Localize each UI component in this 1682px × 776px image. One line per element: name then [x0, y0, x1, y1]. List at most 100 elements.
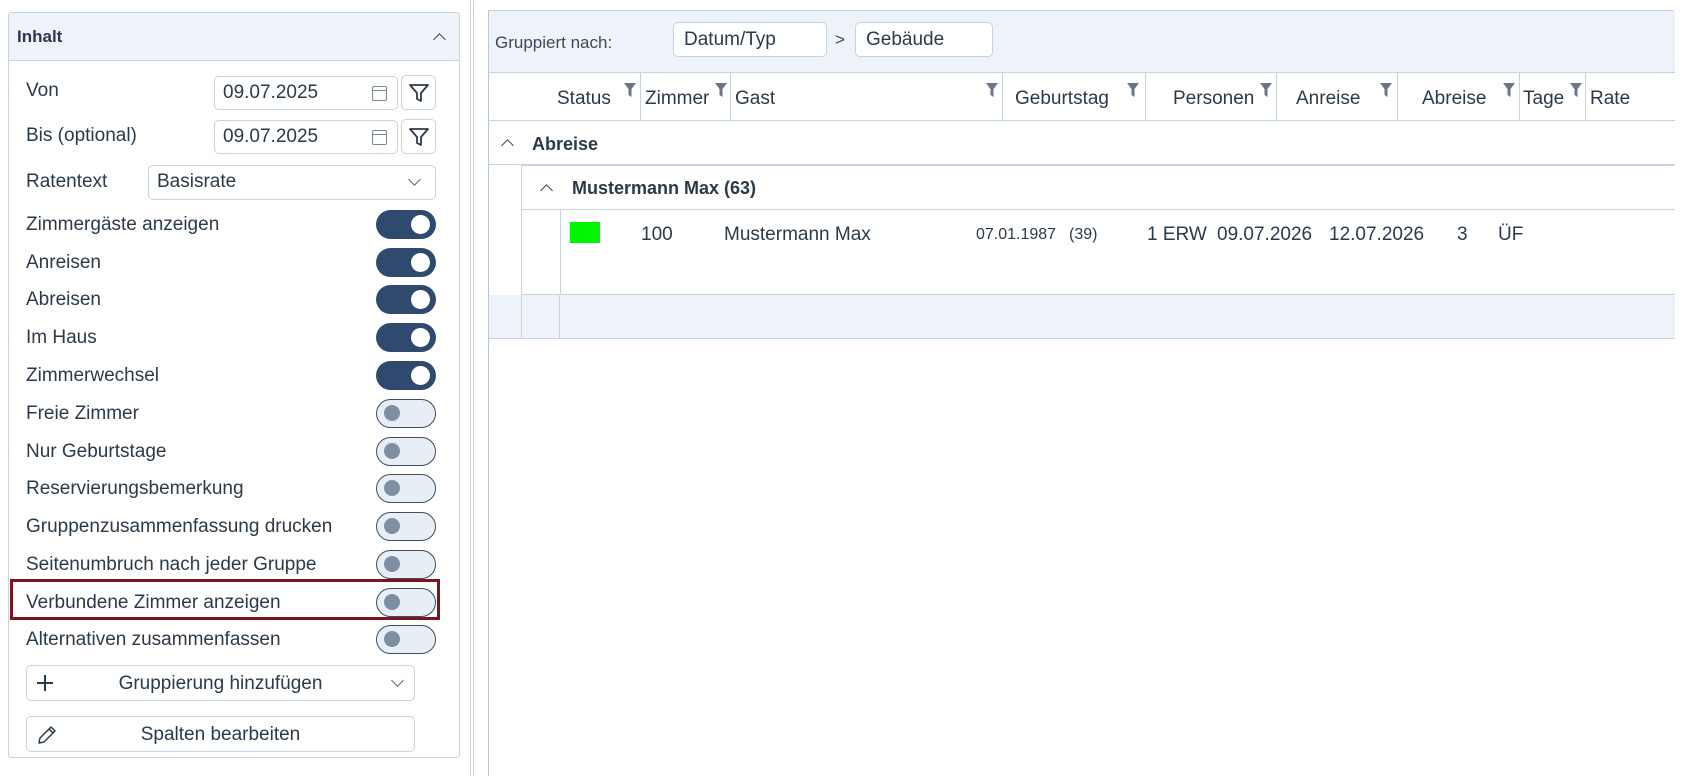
- toggle-nur-geburtstage[interactable]: [376, 437, 436, 466]
- toggle-label-reservierungsbemerkung: Reservierungsbemerkung: [26, 478, 244, 499]
- ratentext-select[interactable]: Basisrate: [148, 165, 436, 200]
- column-header-label: Zimmer: [645, 88, 710, 109]
- grouping-label: Gruppiert nach:: [495, 33, 613, 52]
- ratentext-label: Ratentext: [26, 171, 108, 192]
- toggle-freie-zimmer[interactable]: [376, 399, 436, 428]
- toggle-anreisen[interactable]: [376, 248, 436, 277]
- toggle-reservierungsbemerkung[interactable]: [376, 474, 436, 503]
- toggle-knob: [411, 253, 430, 272]
- table-row[interactable]: 100 Mustermann Max 07.01.1987 (39) 1 ERW…: [521, 210, 1675, 295]
- von-date-input[interactable]: 09.07.2025: [214, 76, 398, 110]
- column-header-status[interactable]: Status: [489, 73, 641, 121]
- calendar-icon[interactable]: [372, 86, 387, 101]
- column-filter-icon[interactable]: [986, 82, 998, 98]
- chevron-up-icon[interactable]: [433, 31, 445, 43]
- column-header-label: Anreise: [1296, 88, 1361, 109]
- toggle-verbundene-zimmer-anzeigen[interactable]: [376, 588, 436, 617]
- row-indent-divider: [560, 210, 561, 295]
- column-header-gast[interactable]: Gast: [731, 73, 1003, 121]
- column-header-label: Abreise: [1422, 88, 1487, 109]
- bis-date-input[interactable]: 09.07.2025: [214, 120, 398, 154]
- toggle-zimmerwechsel[interactable]: [376, 361, 436, 390]
- add-grouping-label: Gruppierung hinzufügen: [118, 673, 323, 694]
- toggle-label-seitenumbruch-nach-jeder-gruppe: Seitenumbruch nach jeder Gruppe: [26, 554, 317, 575]
- grouping-chip-label: Datum/Typ: [684, 29, 776, 50]
- cell-zimmer: 100: [641, 224, 673, 245]
- toggle-label-verbundene-zimmer-anzeigen: Verbundene Zimmer anzeigen: [26, 592, 281, 613]
- grouping-chip-datum-typ[interactable]: Datum/Typ: [673, 22, 827, 57]
- add-grouping-button[interactable]: Gruppierung hinzufügen: [26, 665, 415, 701]
- cell-abreise: 12.07.2026: [1329, 224, 1425, 245]
- bis-label: Bis (optional): [26, 125, 137, 146]
- chevron-down-icon: [408, 173, 421, 186]
- group-title: Abreise: [532, 134, 599, 154]
- status-indicator: [570, 222, 600, 243]
- chevron-up-icon[interactable]: [501, 139, 514, 152]
- toggle-label-im-haus: Im Haus: [26, 327, 97, 348]
- panel-header[interactable]: Inhalt: [9, 13, 459, 61]
- calendar-icon[interactable]: [372, 130, 387, 145]
- column-filter-icon[interactable]: [1503, 82, 1515, 98]
- grouping-bar: Gruppiert nach: Datum/Typ > Gebäude: [489, 11, 1675, 73]
- column-filter-icon[interactable]: [1570, 82, 1582, 98]
- toggle-knob: [411, 215, 430, 234]
- toggle-gruppenzusammenfassung-drucken[interactable]: [376, 512, 436, 541]
- column-header-geburtstag[interactable]: Geburtstag: [1003, 73, 1146, 121]
- von-label: Von: [26, 80, 59, 101]
- column-header-tage[interactable]: Tage: [1520, 73, 1586, 121]
- panel-splitter[interactable]: [470, 0, 474, 776]
- toggle-abreisen[interactable]: [376, 285, 436, 314]
- column-header-personen[interactable]: Personen: [1146, 73, 1277, 121]
- column-header-zimmer[interactable]: Zimmer: [641, 73, 731, 121]
- column-header-label: Tage: [1523, 88, 1565, 109]
- group-title: Mustermann Max (63): [572, 178, 757, 198]
- column-filter-icon[interactable]: [1380, 82, 1392, 98]
- toggle-label-alternativen-zusammenfassen: Alternativen zusammenfassen: [26, 629, 281, 650]
- chevron-up-icon[interactable]: [540, 184, 553, 197]
- column-header-label: Rate: [1590, 88, 1631, 109]
- column-header-label: Gast: [735, 88, 776, 109]
- column-header-label: Personen: [1173, 88, 1255, 109]
- toggle-im-haus[interactable]: [376, 323, 436, 352]
- von-filter-button[interactable]: [401, 75, 436, 110]
- toggle-knob: [384, 594, 400, 610]
- column-header-abreise[interactable]: Abreise: [1398, 73, 1520, 121]
- toggle-knob: [411, 328, 430, 347]
- column-filter-icon[interactable]: [715, 82, 727, 98]
- column-filter-icon[interactable]: [624, 82, 636, 98]
- filter-icon: [408, 127, 429, 146]
- cell-gast: Mustermann Max: [724, 224, 871, 245]
- column-header-rate[interactable]: Rate: [1586, 73, 1675, 121]
- von-date-value: 09.07.2025: [223, 82, 319, 103]
- toggle-seitenumbruch-nach-jeder-gruppe[interactable]: [376, 550, 436, 579]
- toggle-alternativen-zusammenfassen[interactable]: [376, 625, 436, 654]
- toggle-label-zimmergaeste-anzeigen: Zimmergäste anzeigen: [26, 214, 220, 235]
- toggle-zimmergaeste-anzeigen[interactable]: [376, 210, 436, 239]
- cell-geburtstag: 07.01.1987: [976, 226, 1057, 243]
- column-header-label: Geburtstag: [1015, 88, 1109, 109]
- toggle-label-zimmerwechsel: Zimmerwechsel: [26, 365, 160, 386]
- grouping-chip-gebaeude[interactable]: Gebäude: [855, 22, 993, 57]
- column-filter-icon[interactable]: [1260, 82, 1272, 98]
- bis-filter-button[interactable]: [401, 119, 436, 154]
- filter-icon: [408, 83, 429, 102]
- ratentext-value: Basisrate: [157, 171, 237, 192]
- edit-columns-button[interactable]: Spalten bearbeiten: [26, 716, 415, 752]
- cell-anreise: 09.07.2026: [1217, 224, 1313, 245]
- cell-rate: ÜF: [1498, 224, 1524, 245]
- edit-columns-label: Spalten bearbeiten: [140, 724, 301, 745]
- column-header-label: Status: [557, 88, 611, 109]
- toggle-knob: [384, 480, 400, 496]
- toggle-label-abreisen: Abreisen: [26, 289, 101, 310]
- column-filter-icon[interactable]: [1127, 82, 1139, 98]
- column-header-anreise[interactable]: Anreise: [1277, 73, 1398, 121]
- toggle-label-nur-geburtstage: Nur Geburtstage: [26, 441, 167, 462]
- grouping-chip-label: Gebäude: [866, 29, 945, 50]
- group-header-guest[interactable]: Mustermann Max (63): [521, 165, 1675, 210]
- group-header-abreise[interactable]: Abreise: [489, 121, 1675, 165]
- bis-date-value: 09.07.2025: [223, 126, 319, 147]
- toggle-knob: [384, 443, 400, 459]
- toggle-knob: [384, 518, 400, 534]
- report-preview-panel: Gruppiert nach: Datum/Typ > Gebäude Stat…: [488, 10, 1675, 776]
- cell-tage: 3: [1457, 224, 1468, 245]
